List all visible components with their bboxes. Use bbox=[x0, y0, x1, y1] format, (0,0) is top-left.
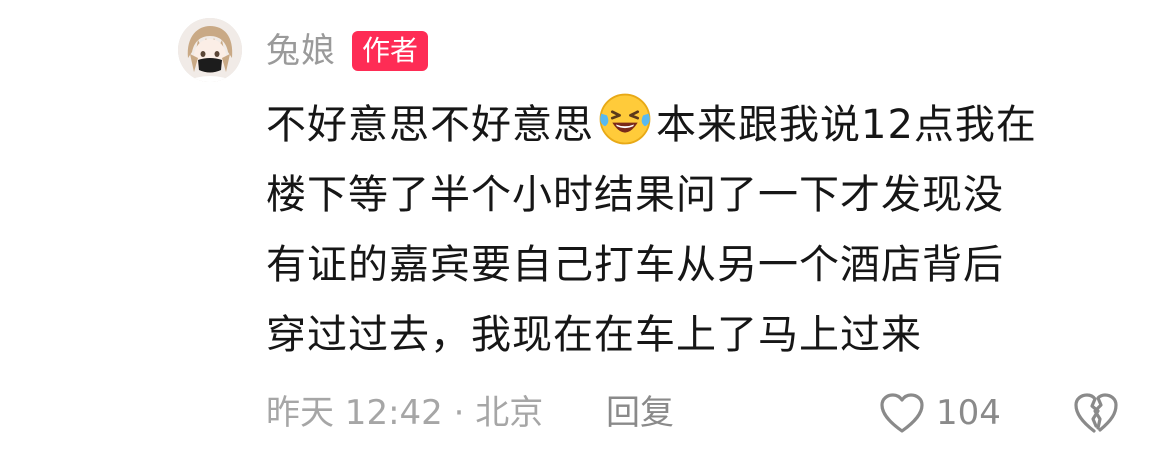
comment-text: 不好意思不好意思 本来跟我说12点我在 楼下等了半个小时结果问了一下才发现没 有… bbox=[266, 90, 1106, 370]
author-badge: 作者 bbox=[352, 31, 429, 71]
dislike-button[interactable] bbox=[1072, 390, 1120, 436]
comment-line-1-end: 本来跟我说12点我在 bbox=[656, 102, 1037, 148]
comment-line-1-start: 不好意思不好意思 bbox=[266, 102, 594, 148]
like-button[interactable]: 104 bbox=[878, 388, 1001, 438]
comment-line-1: 不好意思不好意思 本来跟我说12点我在 bbox=[266, 90, 1106, 160]
laughing-tears-emoji-icon bbox=[599, 93, 651, 145]
comment-line-2: 楼下等了半个小时结果问了一下才发现没 bbox=[266, 172, 1004, 218]
comment-header: 兔娘 作者 bbox=[266, 28, 429, 74]
reply-button[interactable]: 回复 bbox=[606, 388, 674, 438]
comment-footer: 昨天 12:42 · 北京 回复 104 bbox=[266, 388, 1146, 438]
comment-line-3: 有证的嘉宾要自己打车从另一个酒店背后 bbox=[266, 242, 1004, 288]
avatar[interactable] bbox=[178, 18, 242, 82]
comment-item: 兔娘 作者 不好意思不好意思 本来跟我说12点我在 楼下等了半个小时结果问了一下… bbox=[0, 0, 1170, 450]
broken-heart-icon bbox=[1074, 393, 1118, 433]
comment-line-4: 穿过过去，我现在在车上了马上过来 bbox=[266, 312, 922, 358]
like-count: 104 bbox=[936, 393, 1001, 433]
heart-icon bbox=[880, 393, 924, 433]
username[interactable]: 兔娘 bbox=[266, 28, 336, 74]
comment-timestamp-location: 昨天 12:42 · 北京 bbox=[266, 393, 544, 433]
